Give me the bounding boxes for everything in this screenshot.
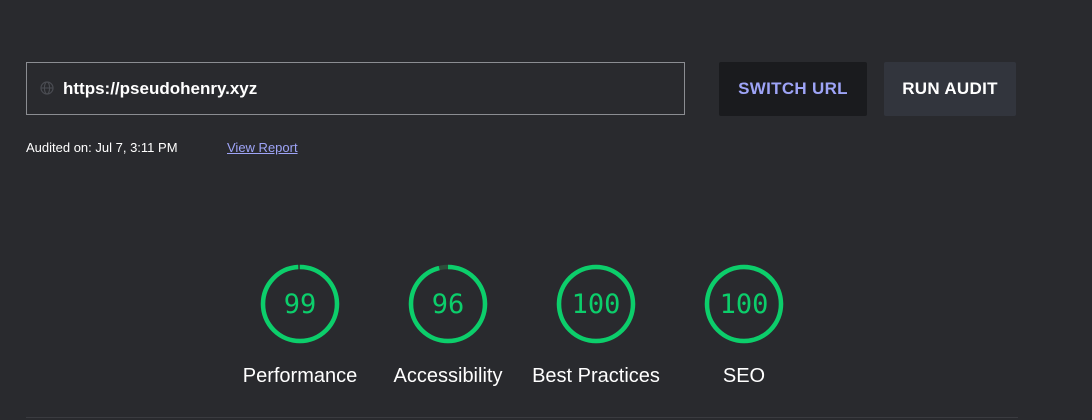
gauge-label: SEO xyxy=(722,365,766,387)
url-input[interactable]: https://pseudohenry.xyz xyxy=(26,62,685,115)
url-text: https://pseudohenry.xyz xyxy=(63,79,258,98)
gauge-score: 99 xyxy=(283,289,317,320)
gauge-performance[interactable]: 99 Performance xyxy=(225,264,375,394)
gauge-score: 96 xyxy=(431,289,465,320)
gauge-label: Performance xyxy=(242,365,358,387)
gauge-seo[interactable]: 100 SEO xyxy=(669,264,819,394)
gauge-accessibility[interactable]: 96 Accessibility xyxy=(373,264,523,394)
gauge-score: 100 xyxy=(719,289,769,320)
switch-url-button[interactable]: SWITCH URL xyxy=(719,62,867,116)
gauge-label: Best Practices xyxy=(532,365,660,387)
globe-icon xyxy=(40,81,54,95)
divider xyxy=(26,417,1018,418)
lighthouse-panel: https://pseudohenry.xyz SWITCH URL RUN A… xyxy=(0,0,1092,420)
gauge-score: 100 xyxy=(571,289,621,320)
view-report-link[interactable]: View Report xyxy=(227,140,298,156)
gauge-best-practices[interactable]: 100 Best Practices xyxy=(521,264,671,394)
gauge-label: Accessibility xyxy=(393,365,503,387)
run-audit-button[interactable]: RUN AUDIT xyxy=(884,62,1016,116)
audited-timestamp: Audited on: Jul 7, 3:11 PM xyxy=(26,140,178,155)
